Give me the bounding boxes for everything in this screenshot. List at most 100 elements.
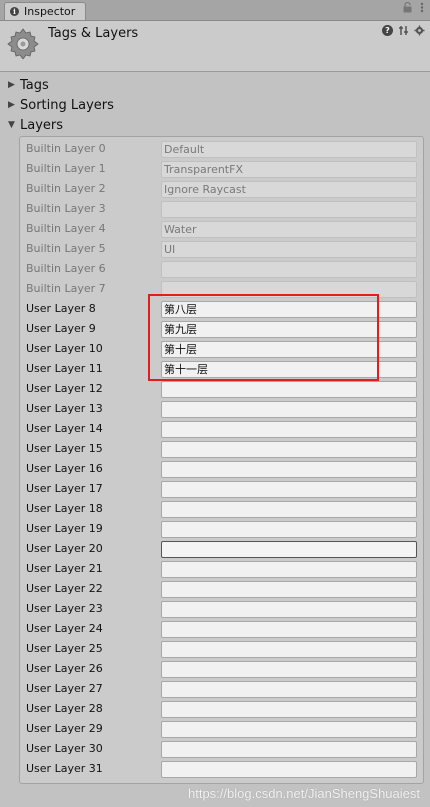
layer-name-field[interactable] bbox=[161, 661, 417, 678]
layer-label: User Layer 16 bbox=[26, 462, 103, 475]
foldout-sorting-layers[interactable]: ▶ Sorting Layers bbox=[8, 96, 114, 114]
layer-row: User Layer 27 bbox=[26, 679, 422, 699]
tab-menu-icon[interactable] bbox=[420, 2, 424, 16]
inspector-header: Tags & Layers ? bbox=[0, 21, 430, 72]
layer-name-field[interactable] bbox=[161, 541, 417, 558]
foldout-collapsed-icon: ▶ bbox=[8, 100, 15, 110]
tab-tools bbox=[403, 1, 424, 16]
foldout-expanded-icon: ▼ bbox=[8, 120, 15, 130]
layer-label: Builtin Layer 4 bbox=[26, 222, 106, 235]
layer-row: Builtin Layer 4 Water bbox=[26, 219, 422, 239]
layer-label: User Layer 9 bbox=[26, 322, 96, 335]
layer-label: User Layer 26 bbox=[26, 662, 103, 675]
layer-row: User Layer 24 bbox=[26, 619, 422, 639]
layer-label: Builtin Layer 3 bbox=[26, 202, 106, 215]
layer-label: User Layer 30 bbox=[26, 742, 103, 755]
layer-name-field[interactable] bbox=[161, 621, 417, 638]
tab-inspector[interactable]: i Inspector bbox=[4, 2, 86, 20]
layer-row: Builtin Layer 1 TransparentFX bbox=[26, 159, 422, 179]
layer-name-field[interactable] bbox=[161, 481, 417, 498]
layer-row: User Layer 29 bbox=[26, 719, 422, 739]
layer-row: User Layer 20 bbox=[26, 539, 422, 559]
foldout-layers[interactable]: ▼ Layers bbox=[8, 116, 63, 134]
layer-label: User Layer 19 bbox=[26, 522, 103, 535]
layer-row: User Layer 18 bbox=[26, 499, 422, 519]
layer-row: User Layer 25 bbox=[26, 639, 422, 659]
layer-label: User Layer 13 bbox=[26, 402, 103, 415]
layer-name-field[interactable] bbox=[161, 721, 417, 738]
layer-name-field[interactable] bbox=[161, 441, 417, 458]
layer-name-field[interactable] bbox=[161, 701, 417, 718]
header-tools: ? bbox=[382, 25, 425, 36]
layer-label: Builtin Layer 7 bbox=[26, 282, 106, 295]
foldout-collapsed-icon: ▶ bbox=[8, 80, 15, 90]
layer-label: Builtin Layer 1 bbox=[26, 162, 106, 175]
watermark: https://blog.csdn.net/JianShengShuaiest bbox=[188, 786, 420, 801]
layer-row: User Layer 16 bbox=[26, 459, 422, 479]
layer-label: User Layer 22 bbox=[26, 582, 103, 595]
layer-row: Builtin Layer 2 Ignore Raycast bbox=[26, 179, 422, 199]
layer-name-field[interactable] bbox=[161, 561, 417, 578]
layer-label: Builtin Layer 0 bbox=[26, 142, 106, 155]
layer-label: User Layer 15 bbox=[26, 442, 103, 455]
layer-label: User Layer 20 bbox=[26, 542, 103, 555]
layer-label: User Layer 21 bbox=[26, 562, 103, 575]
layer-label: User Layer 18 bbox=[26, 502, 103, 515]
layer-row: User Layer 12 bbox=[26, 379, 422, 399]
layer-row: User Layer 22 bbox=[26, 579, 422, 599]
layer-name-field[interactable] bbox=[161, 461, 417, 478]
layer-label: User Layer 17 bbox=[26, 482, 103, 495]
layer-row: User Layer 30 bbox=[26, 739, 422, 759]
layer-name-field: Default bbox=[161, 141, 417, 158]
layer-name-field[interactable] bbox=[161, 761, 417, 778]
layer-name-field: Water bbox=[161, 221, 417, 238]
layer-label: User Layer 14 bbox=[26, 422, 103, 435]
layer-label: User Layer 12 bbox=[26, 382, 103, 395]
highlight-box bbox=[148, 294, 379, 381]
info-icon: i bbox=[10, 7, 19, 16]
layer-label: User Layer 10 bbox=[26, 342, 103, 355]
layer-row: User Layer 28 bbox=[26, 699, 422, 719]
layer-label: User Layer 24 bbox=[26, 622, 103, 635]
foldout-label: Tags bbox=[20, 77, 49, 93]
layer-label: User Layer 31 bbox=[26, 762, 103, 775]
layer-name-field[interactable] bbox=[161, 581, 417, 598]
layer-name-field bbox=[161, 201, 417, 218]
foldout-label: Layers bbox=[20, 117, 64, 133]
layer-row: Builtin Layer 3 bbox=[26, 199, 422, 219]
layer-label: Builtin Layer 6 bbox=[26, 262, 106, 275]
layer-row: User Layer 15 bbox=[26, 439, 422, 459]
layer-label: Builtin Layer 2 bbox=[26, 182, 106, 195]
layer-name-field[interactable] bbox=[161, 521, 417, 538]
layer-name-field: Ignore Raycast bbox=[161, 181, 417, 198]
layer-name-field[interactable] bbox=[161, 681, 417, 698]
layer-label: User Layer 23 bbox=[26, 602, 103, 615]
layer-name-field[interactable] bbox=[161, 601, 417, 618]
layer-row: Builtin Layer 6 bbox=[26, 259, 422, 279]
layer-row: User Layer 26 bbox=[26, 659, 422, 679]
help-icon[interactable]: ? bbox=[382, 25, 393, 36]
layer-name-field: UI bbox=[161, 241, 417, 258]
layer-name-field bbox=[161, 261, 417, 278]
settings-gear-icon bbox=[7, 27, 39, 60]
layer-row: User Layer 14 bbox=[26, 419, 422, 439]
foldout-tags[interactable]: ▶ Tags bbox=[8, 76, 49, 94]
layer-name-field[interactable] bbox=[161, 421, 417, 438]
layer-label: User Layer 25 bbox=[26, 642, 103, 655]
lock-icon[interactable] bbox=[403, 1, 412, 16]
layer-name-field[interactable] bbox=[161, 401, 417, 418]
settings-gear-small-icon[interactable] bbox=[414, 25, 425, 36]
layer-row: User Layer 23 bbox=[26, 599, 422, 619]
preset-sliders-icon[interactable] bbox=[398, 25, 409, 36]
layer-label: User Layer 11 bbox=[26, 362, 103, 375]
layer-label: User Layer 8 bbox=[26, 302, 96, 315]
layer-name-field[interactable] bbox=[161, 381, 417, 398]
layer-label: User Layer 29 bbox=[26, 722, 103, 735]
layer-row: User Layer 21 bbox=[26, 559, 422, 579]
layer-label: User Layer 27 bbox=[26, 682, 103, 695]
layer-name-field[interactable] bbox=[161, 501, 417, 518]
layer-name-field[interactable] bbox=[161, 741, 417, 758]
layer-name-field[interactable] bbox=[161, 641, 417, 658]
layer-label: User Layer 28 bbox=[26, 702, 103, 715]
layer-row: User Layer 17 bbox=[26, 479, 422, 499]
